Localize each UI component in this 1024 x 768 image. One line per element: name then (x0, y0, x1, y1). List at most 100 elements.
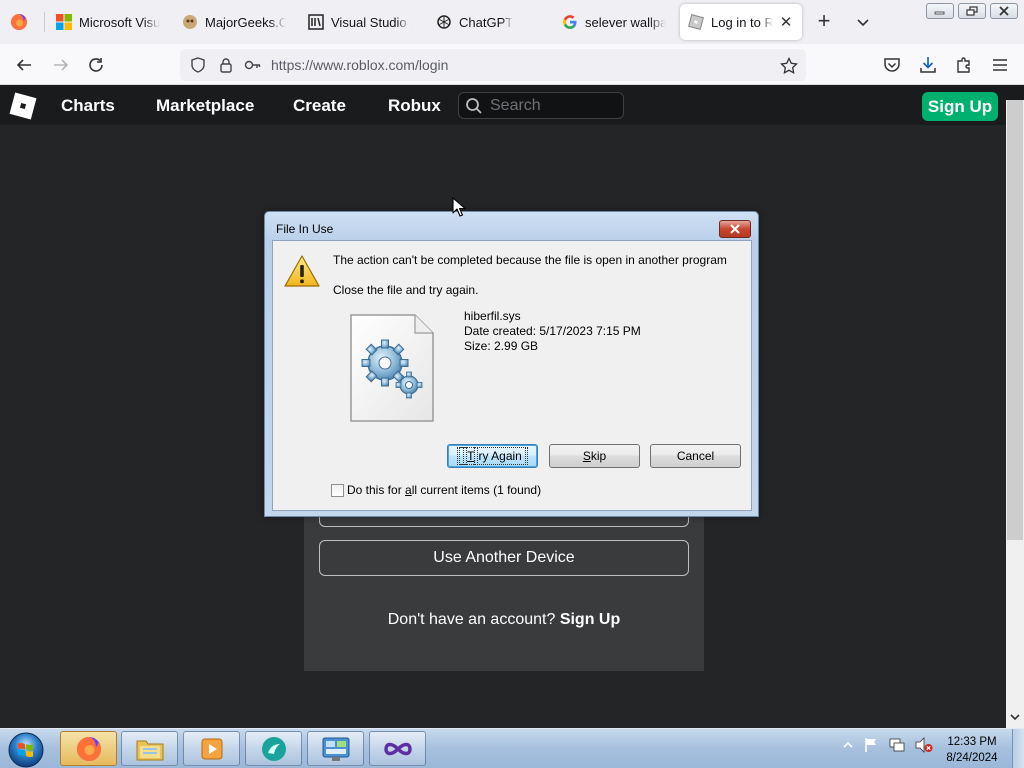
tracking-protection-shield-icon[interactable] (190, 57, 206, 73)
mouse-pointer-icon (452, 197, 466, 217)
tab-majorgeeks[interactable]: MajorGeeks.Com (174, 4, 294, 40)
permissions-key-icon[interactable] (244, 57, 262, 73)
show-hidden-icons-chevron-icon[interactable] (843, 740, 853, 750)
chatgpt-icon (436, 14, 452, 30)
file-details: hiberfil.sys Date created: 5/17/2023 7:1… (464, 309, 641, 354)
bookmark-star-icon[interactable] (780, 57, 798, 75)
dialog-close-button[interactable] (719, 220, 751, 238)
roblox-logo-icon[interactable] (8, 91, 38, 121)
search-icon[interactable] (465, 97, 483, 115)
tab-roblox-login[interactable]: Log in to Rob ✕ (680, 4, 802, 40)
try-again-label: Try Again (457, 447, 528, 465)
window-close-button[interactable] (990, 3, 1018, 19)
browser-nav-bar: https://www.roblox.com/login (0, 44, 1024, 85)
file-in-use-dialog: File In Use The action can't be complete… (264, 211, 759, 517)
browser-tab-strip: Microsoft Visual MajorGeeks.Com Visual S… (0, 0, 1024, 44)
address-bar[interactable]: https://www.roblox.com/login (180, 49, 806, 81)
downloads-icon[interactable] (916, 53, 940, 77)
file-name: hiberfil.sys (464, 309, 521, 323)
network-icon[interactable] (889, 737, 905, 753)
forward-arrow-icon[interactable] (49, 53, 73, 77)
dialog-title: File In Use (276, 222, 334, 236)
url-text[interactable]: https://www.roblox.com/login (271, 57, 448, 73)
tab-chatgpt[interactable]: ChatGPT (428, 4, 548, 40)
taskbar-clock[interactable]: 12:33 PM 8/24/2024 (936, 734, 1008, 766)
scrollbar-thumb[interactable] (1007, 100, 1023, 540)
login-card: Use Another Device Don't have an account… (304, 500, 704, 671)
taskbar-app[interactable] (245, 731, 302, 766)
nav-create[interactable]: Create (293, 96, 346, 116)
volume-muted-icon[interactable] (915, 737, 933, 753)
dialog-message: The action can't be completed because th… (333, 253, 727, 267)
dialog-instruction: Close the file and try again. (333, 283, 479, 297)
minimize-button[interactable] (926, 3, 954, 19)
taskbar-media-player[interactable] (183, 731, 240, 766)
tab-title: ChatGPT (459, 14, 514, 30)
taskbar-visual-studio[interactable] (369, 731, 426, 766)
system-tray (843, 737, 933, 753)
library-icon (308, 14, 324, 30)
sign-up-link[interactable]: Sign Up (560, 611, 620, 628)
firefox-icon (75, 735, 103, 763)
list-all-tabs-icon[interactable] (853, 12, 873, 32)
skip-button[interactable]: Skip (549, 444, 640, 468)
taskbar-firefox[interactable] (60, 731, 117, 766)
tab-microsoft-visual[interactable]: Microsoft Visual (48, 4, 168, 40)
firefox-menu-icon[interactable] (10, 13, 28, 31)
action-center-flag-icon[interactable] (863, 737, 879, 753)
tab-google-search[interactable]: selever wallpape (554, 4, 674, 40)
system-file-gears-icon (349, 313, 437, 423)
app-icon (259, 735, 289, 763)
tab-visual-studio[interactable]: Visual Studio 20 (300, 4, 420, 40)
visual-studio-icon (383, 736, 413, 762)
cancel-label: Cancel (676, 449, 715, 463)
microsoft-icon (56, 14, 72, 30)
lock-icon[interactable] (218, 57, 234, 73)
apply-to-all-checkbox[interactable]: Do this for all current items (1 found) (331, 483, 541, 497)
nav-marketplace[interactable]: Marketplace (156, 96, 254, 116)
start-button-windows-orb-icon[interactable] (6, 731, 46, 768)
extensions-puzzle-icon[interactable] (952, 53, 976, 77)
window-controls (926, 3, 1018, 19)
control-panel-icon (321, 735, 351, 763)
new-tab-button[interactable]: + (812, 10, 836, 34)
file-size: Size: 2.99 GB (464, 339, 539, 353)
tab-title: Microsoft Visual (79, 14, 160, 30)
warning-icon (283, 254, 321, 288)
show-desktop-button[interactable] (1012, 729, 1024, 768)
cancel-button[interactable]: Cancel (650, 444, 741, 468)
clock-time: 12:33 PM (947, 736, 997, 748)
hamburger-menu-icon[interactable] (988, 53, 1012, 77)
restore-button[interactable] (958, 3, 986, 19)
clock-date: 8/24/2024 (946, 752, 998, 764)
nav-robux[interactable]: Robux (388, 96, 441, 116)
close-tab-icon[interactable]: ✕ (778, 14, 794, 31)
checkbox-label: Do this for all current items (1 found) (347, 483, 542, 497)
windows-taskbar: 12:33 PM 8/24/2024 (0, 728, 1024, 768)
media-player-icon (199, 736, 225, 762)
tab-title: MajorGeeks.Com (205, 14, 286, 30)
search-input[interactable] (490, 96, 618, 116)
file-date-created: Date created: 5/17/2023 7:15 PM (464, 324, 641, 338)
roblox-icon (688, 14, 704, 30)
no-account-text: Don't have an account? (387, 611, 556, 628)
scroll-down-arrow-icon[interactable] (1010, 712, 1020, 722)
nav-charts[interactable]: Charts (61, 96, 115, 116)
checkbox-box[interactable] (331, 483, 344, 497)
dialog-body: The action can't be completed because th… (272, 240, 752, 511)
taskbar-file-explorer[interactable] (121, 731, 178, 766)
tab-title: selever wallpape (585, 14, 666, 30)
tab-title: Visual Studio 20 (331, 14, 412, 30)
majorgeeks-icon (182, 14, 198, 30)
use-another-device-button[interactable]: Use Another Device (319, 540, 689, 576)
sign-up-button[interactable]: Sign Up (922, 92, 998, 121)
roblox-header: Charts Marketplace Create Robux Sign Up (0, 85, 1024, 125)
google-icon (562, 14, 578, 30)
reload-icon[interactable] (84, 53, 108, 77)
pocket-icon[interactable] (880, 53, 904, 77)
back-arrow-icon[interactable] (12, 53, 36, 77)
page-scrollbar[interactable] (1006, 100, 1024, 728)
taskbar-control-panel[interactable] (307, 731, 364, 766)
file-explorer-icon (135, 736, 165, 762)
try-again-button[interactable]: Try Again (447, 444, 538, 468)
